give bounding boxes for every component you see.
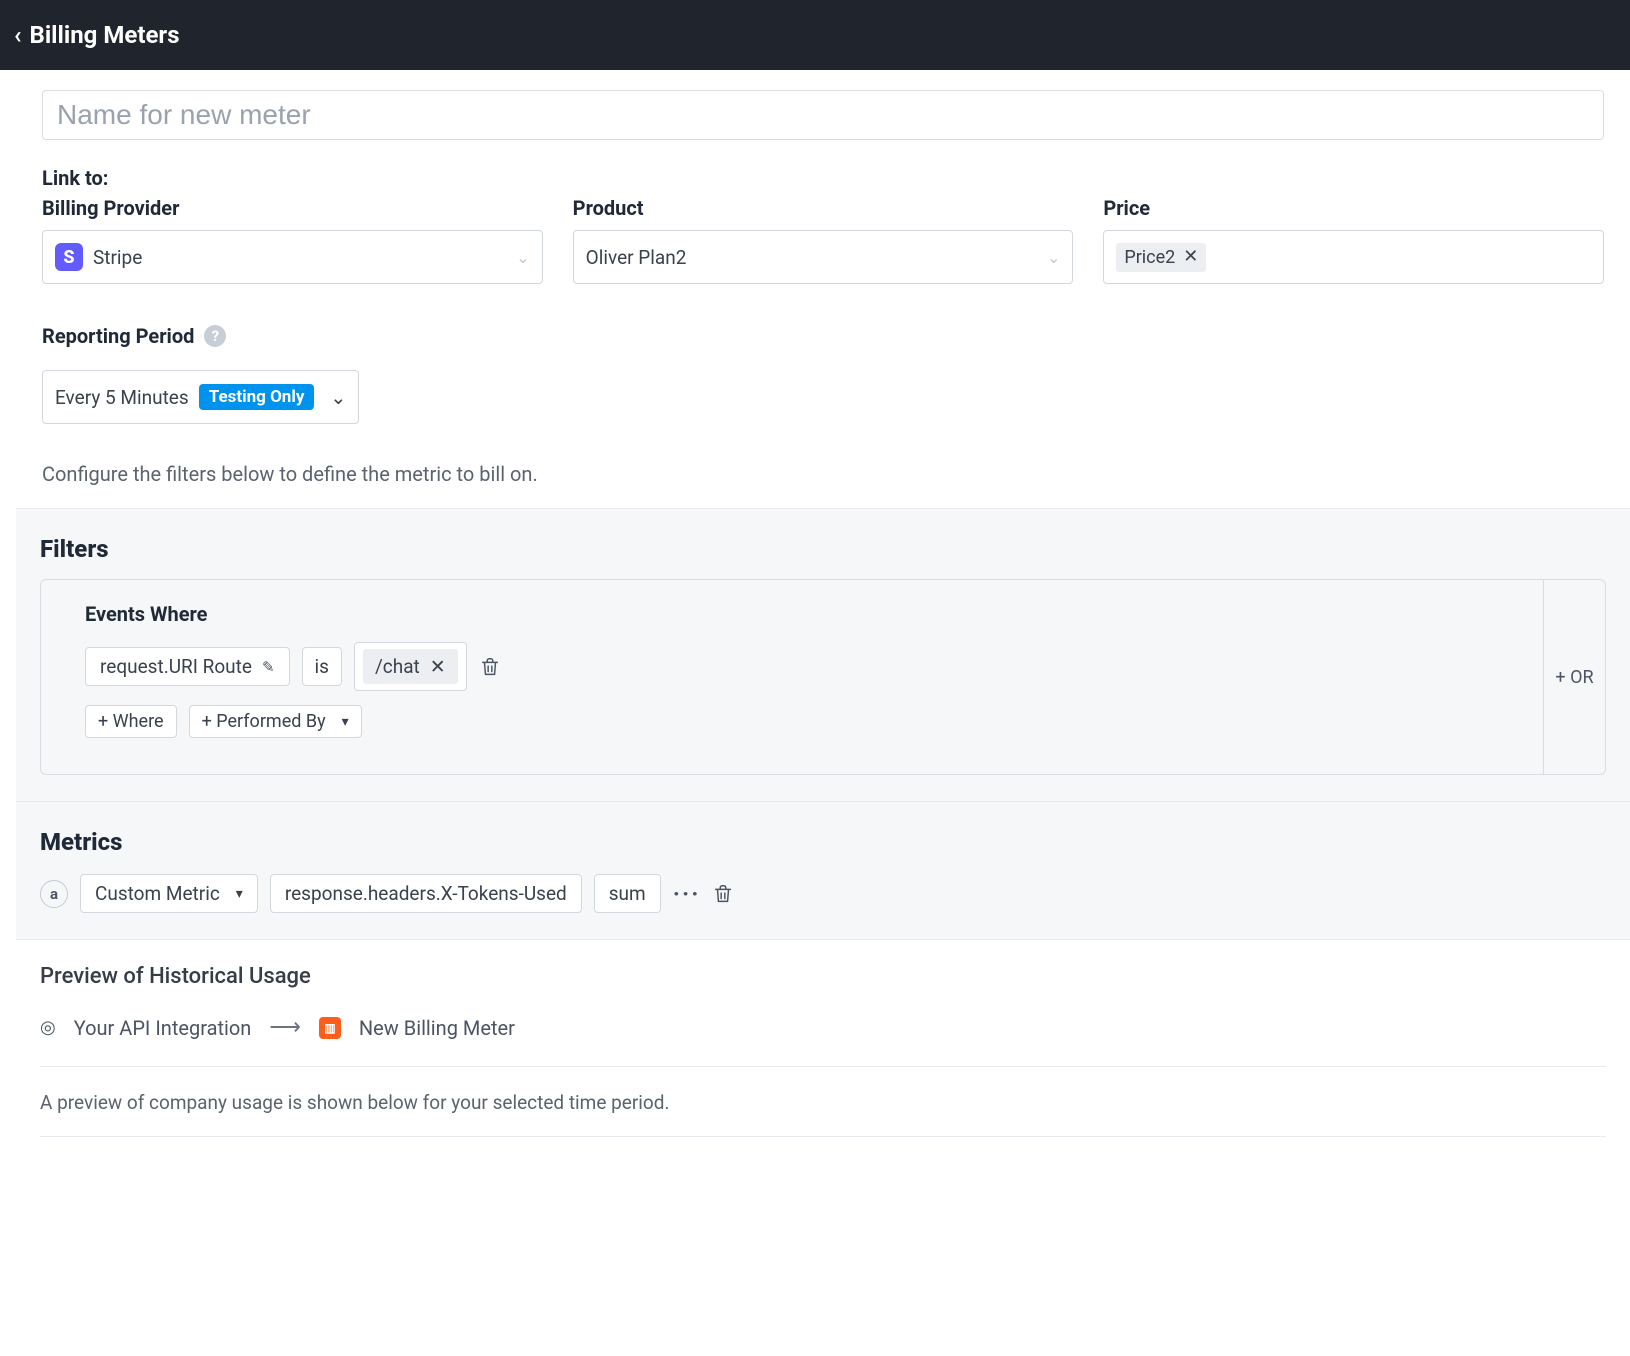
chevron-down-icon: ⌄ [330, 386, 346, 409]
metric-path-text: response.headers.X-Tokens-Used [285, 882, 567, 905]
reporting-period-row: Reporting Period ? Every 5 Minutes Testi… [42, 324, 1604, 424]
edit-icon: ✎ [262, 658, 275, 676]
reporting-period-select[interactable]: Every 5 Minutes Testing Only ⌄ [42, 370, 359, 424]
product-select[interactable]: Oliver Plan2 ⌄ [573, 230, 1074, 284]
delete-metric-button[interactable] [712, 883, 734, 905]
meter-name-input[interactable] [42, 90, 1604, 140]
billing-meter-icon: ▥ [319, 1017, 341, 1039]
filters-section: Filters Events Where request.URI Route ✎… [16, 508, 1630, 801]
preview-section: Preview of Historical Usage ◎ Your API I… [16, 939, 1630, 1161]
add-or-button[interactable]: + OR [1543, 580, 1605, 774]
metrics-heading: Metrics [40, 828, 1606, 856]
stripe-logo-icon: S [55, 243, 83, 271]
arrow-right-icon: ⟶ [269, 1015, 301, 1040]
price-chip: Price2 ✕ [1116, 243, 1206, 272]
filter-value-text: /chat [375, 655, 420, 678]
form-top-section: Link to: Billing Provider S Stripe ⌄ Pro… [16, 70, 1630, 508]
product-column: Product Oliver Plan2 ⌄ [573, 196, 1074, 284]
price-label: Price [1103, 196, 1604, 220]
filters-heading: Filters [40, 535, 1606, 563]
filter-hint-text: Configure the filters below to define th… [42, 462, 1604, 486]
filter-operator-text: is [315, 655, 329, 678]
trash-icon [479, 656, 501, 678]
chevron-down-icon: ⌄ [516, 248, 529, 267]
metric-path-pill[interactable]: response.headers.X-Tokens-Used [270, 874, 582, 913]
preview-source-text: Your API Integration [74, 1016, 252, 1040]
reporting-period-label: Reporting Period ? [42, 324, 1604, 348]
billing-provider-column: Billing Provider S Stripe ⌄ [42, 196, 543, 284]
back-icon[interactable]: ‹ [14, 21, 22, 49]
testing-only-badge: Testing Only [199, 384, 315, 410]
add-performed-by-text: + Performed By [202, 711, 326, 732]
filter-field-pill[interactable]: request.URI Route ✎ [85, 647, 290, 686]
price-select[interactable]: Price2 ✕ [1103, 230, 1604, 284]
product-value: Oliver Plan2 [586, 246, 687, 269]
api-integration-icon: ◎ [40, 1017, 56, 1038]
preview-description: A preview of company usage is shown belo… [40, 1091, 1606, 1137]
product-label: Product [573, 196, 1074, 220]
filter-field-text: request.URI Route [100, 655, 252, 678]
filters-box: Events Where request.URI Route ✎ is /cha… [40, 579, 1606, 775]
page-body: Link to: Billing Provider S Stripe ⌄ Pro… [0, 70, 1630, 1201]
filters-content: Events Where request.URI Route ✎ is /cha… [41, 580, 1543, 774]
trash-icon [712, 883, 734, 905]
link-to-row: Billing Provider S Stripe ⌄ Product Oliv… [42, 196, 1604, 284]
billing-provider-select[interactable]: S Stripe ⌄ [42, 230, 543, 284]
topbar: ‹ Billing Meters [0, 0, 1630, 70]
preview-flow-row: ◎ Your API Integration ⟶ ▥ New Billing M… [40, 1015, 1606, 1067]
remove-price-icon[interactable]: ✕ [1183, 248, 1198, 266]
filter-condition-row: request.URI Route ✎ is /chat ✕ [85, 642, 1515, 691]
filter-add-row: + Where + Performed By [85, 705, 1515, 738]
metric-type-select[interactable]: Custom Metric [80, 874, 258, 913]
remove-value-icon[interactable]: ✕ [430, 655, 446, 678]
price-column: Price Price2 ✕ [1103, 196, 1604, 284]
reporting-period-text: Reporting Period [42, 324, 194, 348]
chevron-down-icon: ⌄ [1047, 248, 1060, 267]
metric-agg-text: sum [609, 882, 646, 905]
add-performed-by-button[interactable]: + Performed By [189, 705, 362, 738]
metric-more-icon[interactable]: ··· [673, 882, 701, 906]
metric-letter-badge: a [40, 880, 68, 908]
filter-value-container[interactable]: /chat ✕ [354, 642, 467, 691]
events-where-label: Events Where [85, 602, 1515, 626]
metrics-section: Metrics a Custom Metric response.headers… [16, 801, 1630, 939]
metric-row: a Custom Metric response.headers.X-Token… [40, 874, 1606, 913]
delete-filter-button[interactable] [479, 656, 501, 678]
metric-agg-select[interactable]: sum [594, 874, 661, 913]
billing-provider-label: Billing Provider [42, 196, 543, 220]
billing-provider-value: Stripe [93, 246, 142, 269]
filter-operator-pill[interactable]: is [302, 647, 342, 686]
filter-value-chip: /chat ✕ [363, 649, 458, 684]
reporting-period-value: Every 5 Minutes [55, 386, 189, 409]
help-icon[interactable]: ? [204, 325, 226, 347]
price-chip-label: Price2 [1124, 247, 1175, 268]
page-title: Billing Meters [30, 21, 180, 49]
preview-heading: Preview of Historical Usage [40, 964, 1606, 989]
preview-target-text: New Billing Meter [359, 1016, 515, 1040]
add-or-text: + OR [1555, 667, 1593, 688]
metric-type-text: Custom Metric [95, 882, 220, 905]
add-where-button[interactable]: + Where [85, 705, 177, 738]
add-where-text: + Where [98, 711, 164, 732]
link-to-label: Link to: [42, 166, 1604, 190]
